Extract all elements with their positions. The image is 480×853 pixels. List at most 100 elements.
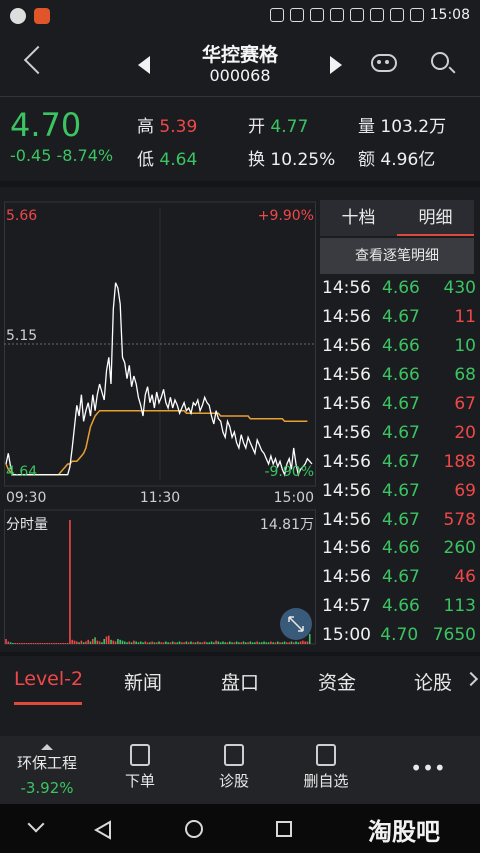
message-icon: [10, 8, 26, 24]
back-arrow-icon[interactable]: [23, 45, 53, 75]
tab-level2[interactable]: Level-2: [14, 668, 83, 690]
volume-bar: [30, 643, 32, 644]
volume-bar: [265, 642, 268, 644]
tick-row: 14:56 4.66 260: [320, 534, 476, 563]
tab-news[interactable]: 新闻: [124, 668, 162, 695]
tick-volume: 10: [454, 336, 476, 357]
volume-bar: [167, 642, 169, 644]
tick-row: 14:56 4.67 69: [320, 476, 476, 505]
volume-bar: [302, 640, 304, 644]
tab-details[interactable]: 明细: [397, 200, 474, 236]
volume-bar: [7, 641, 10, 644]
volume-bar: [183, 642, 185, 644]
volume-bar: [25, 643, 28, 644]
volume-bar: [121, 640, 124, 644]
volume-bar: [87, 639, 90, 644]
tick-volume: 11: [454, 307, 476, 328]
volume-bar: [34, 643, 37, 644]
volume-bar: [48, 643, 51, 644]
chevron-right-icon[interactable]: [463, 671, 479, 687]
volume-bar: [171, 641, 174, 644]
nav-back-icon[interactable]: [94, 820, 112, 840]
volume-bar: [41, 643, 44, 644]
volume-bar: [69, 520, 71, 644]
volume-bar: [240, 642, 243, 644]
nav-recent-apps-icon[interactable]: [276, 821, 292, 837]
volume-bar: [37, 643, 39, 644]
volume-bar: [231, 642, 233, 644]
volume-bar: [169, 642, 172, 644]
tick-volume: 67: [454, 394, 476, 414]
tick-time: 14:57: [322, 596, 371, 617]
robot-assistant-icon[interactable]: [371, 54, 397, 72]
tab-depth[interactable]: 十档: [320, 200, 397, 236]
stock-header: 华控赛格 000068: [0, 34, 480, 96]
volume-bar: [16, 643, 19, 644]
watermark: 淘股吧: [368, 818, 440, 846]
tick-time: 14:56: [322, 422, 371, 443]
volume-bar: [306, 641, 309, 644]
high-label: 高: [137, 117, 154, 137]
view-all-details-button[interactable]: 查看逐笔明细: [320, 238, 474, 274]
tab-funds[interactable]: 资金: [318, 668, 356, 695]
volume-bar: [244, 642, 247, 644]
volume-bar: [119, 639, 121, 644]
diagnose-button[interactable]: 诊股: [210, 744, 258, 791]
volume-bar: [62, 643, 64, 644]
volume-bar: [208, 642, 211, 644]
volume-bar: [206, 642, 208, 644]
tick-time: 14:56: [322, 307, 371, 328]
signal-icon: [369, 8, 384, 22]
price-change: -0.45 -8.74%: [10, 146, 113, 165]
volume-value: 103.2万: [380, 117, 447, 137]
tick-row: 14:56 4.67 46: [320, 563, 476, 592]
tick-volume: 188: [443, 451, 476, 472]
tick-time: 14:56: [322, 451, 371, 472]
nav-home-icon[interactable]: [185, 820, 203, 838]
vibrate-icon: [329, 8, 344, 22]
volume-bar: [117, 638, 119, 644]
tab-handicap[interactable]: 盘口: [221, 668, 259, 695]
search-icon[interactable]: [431, 52, 449, 70]
partially-hidden-content: [0, 708, 480, 736]
volume-bar: [276, 641, 279, 644]
volume-bar: [297, 642, 300, 644]
volume-bar: [299, 641, 302, 644]
clock: 15:08: [429, 7, 470, 23]
collapse-nav-icon[interactable]: [27, 815, 45, 833]
volume-bar: [256, 641, 258, 644]
volume-bar: [55, 643, 58, 644]
volume-bar: [233, 642, 236, 644]
open-label: 开: [248, 117, 265, 137]
detail-tabs: 十档 明细: [320, 200, 474, 236]
sector-button[interactable]: 环保工程 -3.92%: [10, 744, 84, 797]
more-options-icon[interactable]: •••: [408, 756, 448, 780]
tick-price: 4.67: [382, 567, 420, 588]
tick-volume: 20: [454, 422, 476, 443]
tick-volume: 260: [443, 538, 476, 559]
volume-bar: [254, 642, 256, 644]
volume-bar: [174, 642, 176, 644]
volume-bar: [288, 642, 290, 644]
volume-bar: [215, 640, 217, 644]
volume-bar: [219, 642, 222, 644]
alarm-icon: [289, 8, 304, 22]
tick-row: 14:56 4.66 430: [320, 274, 476, 303]
volume-bar: [107, 635, 110, 644]
average-price-line: [5, 409, 308, 476]
pct-top-label: +9.90%: [258, 208, 314, 224]
volume-bar: [283, 641, 286, 644]
volume-bar: [21, 643, 23, 644]
volume-bar: [217, 641, 220, 644]
volume-bar: [18, 643, 21, 644]
intraday-chart[interactable]: 5.66 5.15 4.64 +9.90% -9.90% 09:30 11:30 15:00 分…: [4, 198, 316, 648]
order-icon: [130, 744, 150, 766]
volume-bar: [176, 642, 179, 644]
active-tab-indicator: [14, 702, 82, 705]
current-price: 4.70: [10, 106, 82, 144]
remove-favorite-button[interactable]: 删自选: [298, 744, 354, 791]
order-button[interactable]: 下单: [116, 744, 164, 791]
previous-stock-icon[interactable]: [138, 56, 150, 74]
tab-discussion[interactable]: 论股: [414, 668, 452, 695]
next-stock-icon[interactable]: [330, 56, 342, 74]
